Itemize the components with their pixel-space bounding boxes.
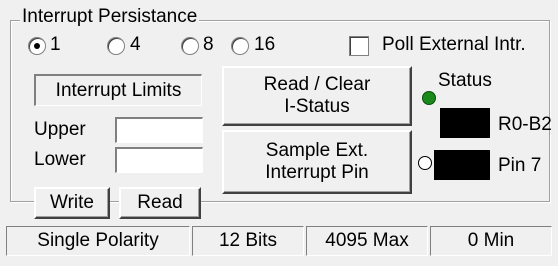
read-clear-line2: I-Status bbox=[284, 96, 350, 117]
r0-b2-label: R0-B2 bbox=[498, 114, 552, 135]
radio-persist-4[interactable] bbox=[107, 37, 125, 55]
sample-ext-interrupt-button[interactable]: Sample Ext. Interrupt Pin bbox=[222, 130, 412, 194]
poll-external-label: Poll External Intr. bbox=[382, 34, 526, 55]
read-button[interactable]: Read bbox=[119, 187, 201, 219]
poll-external-checkbox[interactable] bbox=[349, 36, 369, 56]
write-button-label: Write bbox=[50, 192, 94, 213]
pin7-label: Pin 7 bbox=[498, 155, 542, 176]
interrupt-limits-label: Interrupt Limits bbox=[55, 79, 182, 101]
radio-persist-8[interactable] bbox=[181, 37, 199, 55]
status-polarity: Single Polarity bbox=[6, 226, 190, 256]
write-button[interactable]: Write bbox=[34, 187, 110, 219]
status-led-icon bbox=[422, 91, 436, 105]
interrupt-limits-title: Interrupt Limits bbox=[34, 74, 202, 106]
lower-limit-input[interactable] bbox=[115, 147, 203, 173]
status-max: 4095 Max bbox=[306, 226, 428, 256]
polarity-text: Single Polarity bbox=[37, 230, 159, 251]
radio-persist-1[interactable] bbox=[28, 37, 46, 55]
status-label: Status bbox=[438, 70, 492, 91]
sample-line2: Interrupt Pin bbox=[265, 162, 369, 183]
radio-label-1: 1 bbox=[50, 34, 61, 55]
radio-label-8: 8 bbox=[203, 34, 214, 55]
radio-persist-16[interactable] bbox=[231, 37, 249, 55]
pin7-led-icon bbox=[418, 156, 432, 170]
pin7-indicator bbox=[434, 150, 490, 180]
upper-limit-input[interactable] bbox=[115, 117, 203, 143]
lower-label: Lower bbox=[34, 149, 86, 170]
read-clear-line1: Read / Clear bbox=[263, 74, 371, 95]
bits-text: 12 Bits bbox=[218, 230, 278, 251]
min-text: 0 Min bbox=[467, 230, 515, 251]
status-bits: 12 Bits bbox=[192, 226, 304, 256]
radio-label-4: 4 bbox=[130, 34, 141, 55]
sample-line1: Sample Ext. bbox=[265, 140, 369, 161]
group-title: Interrupt Persistance bbox=[20, 6, 200, 28]
r0-b2-indicator bbox=[440, 108, 490, 138]
read-button-label: Read bbox=[137, 192, 183, 213]
status-min: 0 Min bbox=[430, 226, 552, 256]
read-clear-istatus-button[interactable]: Read / Clear I-Status bbox=[222, 66, 412, 126]
radio-label-16: 16 bbox=[254, 34, 276, 55]
max-text: 4095 Max bbox=[325, 230, 409, 251]
upper-label: Upper bbox=[34, 119, 86, 140]
